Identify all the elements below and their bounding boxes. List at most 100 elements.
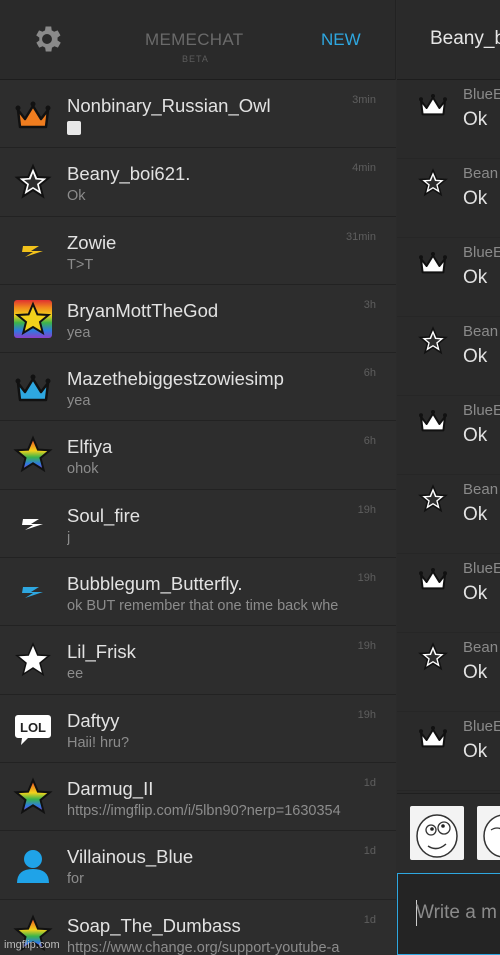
image-preview-icon — [67, 121, 81, 135]
star-outline-icon — [417, 167, 449, 199]
crown-white-icon — [417, 720, 449, 752]
conversation-item[interactable]: Mazethebiggestzowiesimp yea 6h — [0, 353, 396, 422]
conversation-preview: Haii! hru? — [67, 734, 130, 751]
message-author[interactable]: BlueE — [463, 244, 500, 261]
conversation-time: 31min — [346, 230, 376, 243]
message-item: BlueE Ok — [397, 80, 500, 159]
conversation-name: Soul_fire — [67, 504, 141, 526]
conversation-preview: ohok — [67, 461, 99, 478]
conversation-item[interactable]: Bubblegum_Butterfly. ok BUT remember that… — [0, 558, 396, 627]
message-item: BlueE Ok — [397, 554, 500, 633]
crown-orange-icon — [13, 94, 53, 134]
star-outline-icon — [417, 483, 449, 515]
message-author[interactable]: Bean — [463, 323, 498, 340]
conversation-item[interactable]: Soul_firej 19h — [0, 489, 396, 559]
crown-white-icon — [417, 404, 449, 436]
bolt-yellow-icon — [13, 231, 53, 271]
crown-white-icon — [417, 246, 449, 278]
message-item: BlueE Ok — [397, 396, 500, 475]
conversation-preview: yea — [67, 393, 91, 410]
star-outline-icon — [417, 325, 449, 357]
conversation-preview: ee — [67, 666, 84, 683]
conversation-name: Daftyy — [67, 709, 120, 731]
conversation-item[interactable]: Elfiya ohok 6h — [0, 421, 396, 490]
meme-derp-face-icon[interactable] — [410, 806, 464, 860]
conversation-item[interactable]: Darmug_II https://imgflip.com/i/5lbn90?ne… — [0, 762, 396, 832]
star-outline-icon — [417, 641, 449, 673]
conversation-time: 4min — [352, 162, 376, 175]
conversation-preview: Ok — [67, 188, 86, 205]
conversation-time: 19h — [357, 503, 376, 516]
conversation-item[interactable]: Nonbinary_Russian_Owl 3min — [0, 80, 396, 149]
conversation-item[interactable]: BryanMottTheGod yea 3h — [0, 284, 396, 354]
conversation-name: Mazethebiggestzowiesimp — [67, 368, 284, 390]
watermark: imgflip.com — [4, 939, 60, 951]
conversation-time: 6h — [363, 367, 376, 380]
rainbow-star-icon — [13, 777, 53, 817]
conversation-name: Villainous_Blue — [67, 846, 194, 868]
message-text: Ok — [463, 741, 488, 762]
crown-blue-icon — [13, 367, 53, 407]
message-author[interactable]: BlueE — [463, 560, 500, 577]
svg-text:LOL: LOL — [20, 720, 46, 735]
message-author[interactable]: BlueE — [463, 718, 500, 735]
star-outline-icon — [13, 162, 53, 202]
app-title: MEMECHAT — [145, 30, 244, 49]
conversation-time: 3min — [352, 94, 376, 106]
message-author[interactable]: Bean — [463, 481, 498, 498]
conversation-name: Zowie — [67, 231, 117, 253]
star-white-icon — [13, 640, 53, 680]
message-author[interactable]: BlueE — [463, 86, 500, 103]
top-bar: MEMECHAT BETA NEW — [0, 0, 395, 80]
message-composer[interactable] — [397, 873, 500, 955]
gear-icon[interactable] — [30, 22, 64, 56]
conversation-preview: for — [67, 871, 84, 888]
message-text: Ok — [463, 109, 488, 130]
conversation-preview: T>T — [67, 256, 94, 273]
message-text: Ok — [463, 267, 488, 288]
meme-face-icon[interactable] — [477, 806, 500, 860]
conversation-time: 1d — [363, 776, 376, 789]
conversation-name: Darmug_II — [67, 777, 154, 799]
conversation-item[interactable]: Zowie T>T 31min — [0, 216, 396, 285]
lol-bubble-icon: LOL — [13, 709, 53, 749]
conversation-name: BryanMottTheGod — [67, 299, 219, 321]
message-item: BlueE Ok — [397, 712, 500, 791]
message-text: Ok — [463, 662, 488, 683]
conversation-time: 1d — [363, 845, 376, 858]
bolt-blue-icon — [13, 572, 53, 612]
message-author[interactable]: BlueE — [463, 402, 500, 419]
chat-title[interactable]: Beany_b — [430, 28, 500, 50]
meme-picker-bar — [397, 793, 500, 873]
user-silhouette-icon — [13, 845, 53, 885]
conversation-time: 19h — [357, 708, 376, 721]
new-chat-button[interactable]: NEW — [321, 30, 361, 50]
conversation-name: Elfiya — [67, 436, 113, 458]
message-item: Bean Ok — [397, 475, 500, 554]
rainbow-star-badge-icon — [13, 299, 53, 339]
crown-white-icon — [417, 562, 449, 594]
message-text: Ok — [463, 425, 488, 446]
conversation-item[interactable]: LOL Daftyy Haii! hru? 19h — [0, 694, 396, 763]
message-text: Ok — [463, 504, 488, 525]
bolt-white-icon — [13, 504, 53, 544]
conversation-time: 6h — [363, 435, 376, 448]
conversation-item[interactable]: Beany_boi621. Ok 4min — [0, 148, 396, 217]
chat-header: Beany_b — [397, 0, 500, 80]
message-text: Ok — [463, 583, 488, 604]
message-author[interactable]: Bean — [463, 165, 498, 182]
message-text: Ok — [463, 188, 488, 209]
conversation-item[interactable]: Lil_Frisk ee 19h — [0, 626, 396, 695]
conversation-name: Soap_The_Dumbass — [67, 914, 241, 936]
message-author[interactable]: Bean — [463, 639, 498, 656]
conversation-item[interactable]: Villainous_Bluefor 1d — [0, 831, 396, 900]
message-input[interactable] — [416, 902, 500, 924]
conversation-panel: MEMECHAT BETA NEW Nonbinary_Russian_Owl 3… — [0, 0, 396, 955]
message-item: Bean Ok — [397, 317, 500, 396]
conversation-preview: j — [67, 529, 71, 546]
message-text: Ok — [463, 346, 488, 367]
message-item: Bean Ok — [397, 159, 500, 238]
conversation-name: Beany_boi621. — [67, 163, 191, 185]
conversation-preview: yea — [67, 324, 91, 341]
conversation-time: 19h — [357, 640, 376, 653]
